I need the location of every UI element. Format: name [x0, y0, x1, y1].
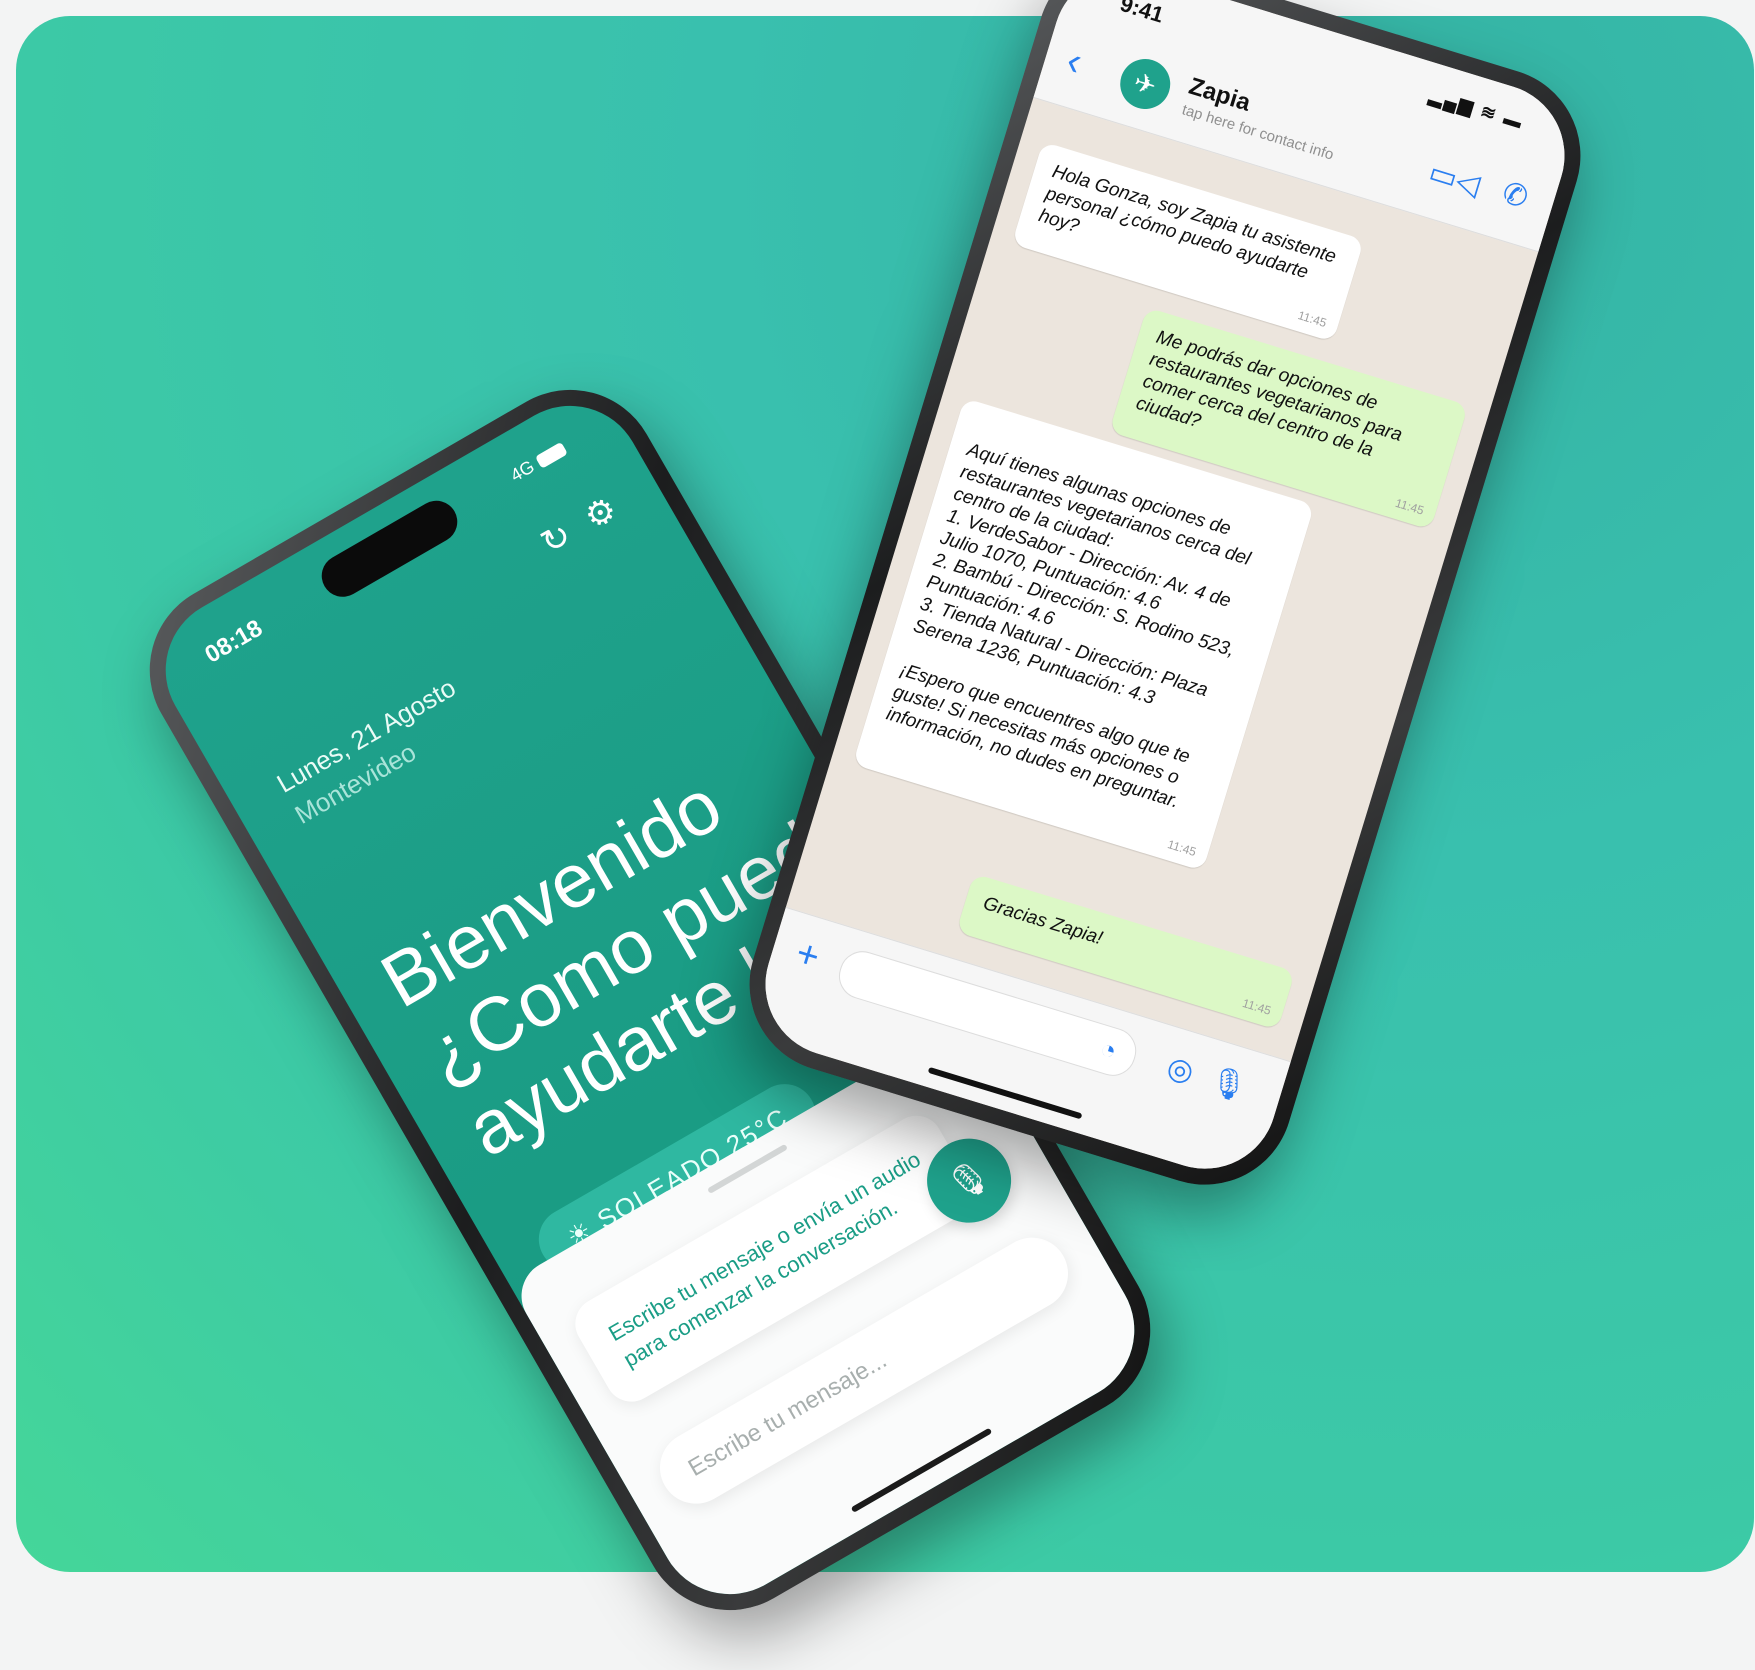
gear-icon[interactable]: ⚙: [578, 488, 624, 538]
back-icon[interactable]: ‹: [1061, 38, 1088, 85]
message-text: Aquí tienes algunas opciones de restaura…: [883, 439, 1253, 813]
video-call-icon[interactable]: ▭◁: [1425, 155, 1484, 204]
history-icon[interactable]: ↻: [534, 515, 579, 564]
plus-icon[interactable]: +: [791, 932, 825, 980]
message-text: Hola Gonza, soy Zapia tu asistente perso…: [1036, 161, 1339, 284]
message-text: Me podrás dar opciones de restaurantes v…: [1133, 326, 1405, 462]
message-time: 11:45: [1296, 308, 1329, 331]
status-network: 4G: [507, 438, 569, 486]
avatar[interactable]: ✈: [1114, 52, 1177, 116]
message-time: 11:45: [1240, 995, 1273, 1018]
message-time: 11:45: [1165, 837, 1198, 860]
mic-icon: 🎙: [940, 1153, 998, 1208]
signal-wifi-battery-icons: ▂▄▆ ≋ ▬: [1427, 85, 1527, 133]
status-time: 9:41: [1117, 0, 1167, 28]
top-actions: ↻ ⚙: [534, 488, 624, 563]
mic-icon[interactable]: 🎙: [1205, 1062, 1252, 1107]
page-footer-band: [16, 1572, 1754, 1670]
input-placeholder: Escribe tu mensaje...: [683, 1346, 892, 1482]
message-text: Gracias Zapia!: [980, 893, 1105, 950]
battery-icon: [534, 441, 568, 469]
status-time: 08:18: [200, 614, 268, 669]
camera-icon[interactable]: ◎: [1163, 1049, 1198, 1090]
message-time: 11:45: [1393, 495, 1426, 518]
network-label: 4G: [506, 456, 538, 486]
phone-icon[interactable]: ✆: [1498, 175, 1532, 216]
